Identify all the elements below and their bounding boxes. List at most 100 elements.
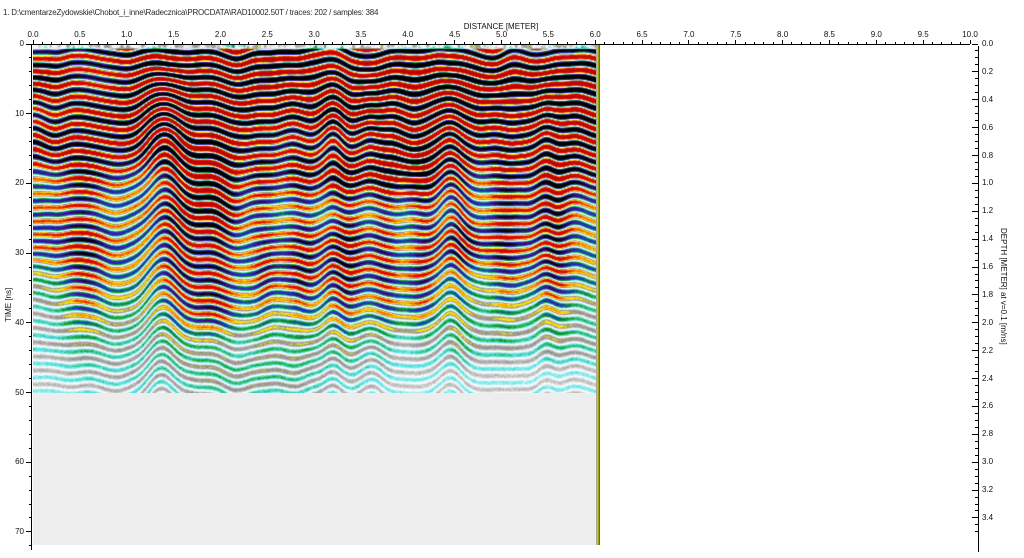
distance-tick-label: 0.0	[27, 30, 39, 39]
depth-minor-tick	[975, 252, 978, 254]
distance-major-tick	[360, 40, 362, 44]
depth-major-tick	[972, 433, 978, 435]
depth-major-tick	[972, 294, 978, 296]
distance-tick-label: 1.5	[167, 30, 180, 39]
depth-minor-tick	[975, 412, 978, 414]
time-major-tick	[26, 531, 31, 533]
depth-minor-tick	[975, 531, 978, 533]
distance-tick-label: 7.5	[730, 30, 742, 39]
distance-tick-label: 10.0	[962, 30, 978, 39]
time-minor-tick	[29, 364, 31, 366]
depth-minor-tick	[975, 357, 978, 359]
distance-minor-tick	[482, 42, 484, 44]
depth-tick-label: 1.4	[982, 234, 994, 244]
depth-minor-tick	[975, 280, 978, 282]
depth-minor-tick	[975, 141, 978, 143]
radargram-view: 1. D:\cmentarzeZydowskie\Chobot_i_inne\R…	[0, 0, 1024, 558]
distance-minor-tick	[707, 42, 709, 44]
distance-minor-tick	[866, 42, 868, 44]
time-tick-label: 10	[15, 108, 24, 118]
time-tick-label: 70	[15, 526, 24, 536]
distance-minor-tick	[135, 42, 137, 44]
depth-major-tick	[972, 489, 978, 491]
depth-tick-label: 0.2	[982, 66, 994, 76]
distance-minor-tick	[725, 42, 727, 44]
distance-tick-label: 5.0	[495, 30, 508, 39]
time-minor-tick	[29, 475, 31, 477]
depth-minor-tick	[975, 134, 978, 136]
time-minor-tick	[29, 71, 31, 73]
depth-minor-tick	[975, 510, 978, 512]
depth-minor-tick	[975, 189, 978, 191]
distance-minor-tick	[697, 42, 699, 44]
depth-axis-title: DEPTH [METER] at v=0.1 [m/ns]	[999, 228, 1008, 345]
time-major-tick	[26, 252, 31, 254]
depth-minor-tick	[975, 315, 978, 317]
distance-major-tick	[454, 40, 456, 44]
depth-minor-tick	[975, 78, 978, 80]
distance-minor-tick	[538, 42, 540, 44]
distance-minor-tick	[913, 42, 915, 44]
distance-minor-tick	[285, 42, 287, 44]
depth-major-tick	[972, 405, 978, 407]
depth-tick-label: 2.2	[982, 345, 994, 355]
time-minor-tick	[29, 378, 31, 380]
time-tick-label: 20	[15, 178, 24, 188]
depth-minor-tick	[975, 50, 978, 52]
depth-major-tick	[972, 322, 978, 324]
depth-minor-tick	[975, 447, 978, 449]
depth-minor-tick	[975, 64, 978, 66]
distance-minor-tick	[351, 42, 353, 44]
distance-minor-tick	[238, 42, 240, 44]
depth-minor-tick	[975, 85, 978, 87]
time-minor-tick	[29, 127, 31, 129]
distance-minor-tick	[753, 42, 755, 44]
depth-major-tick	[972, 266, 978, 268]
depth-minor-tick	[975, 392, 978, 393]
time-tick-label: 60	[15, 457, 24, 467]
time-minor-tick	[29, 503, 31, 505]
depth-minor-tick	[975, 175, 978, 177]
distance-minor-tick	[716, 42, 718, 44]
depth-tick-label: 0.8	[982, 150, 994, 160]
distance-minor-tick	[679, 42, 681, 44]
depth-tick-label: 0.4	[982, 94, 994, 104]
distance-minor-tick	[510, 42, 512, 44]
time-minor-tick	[29, 99, 31, 101]
distance-minor-tick	[847, 42, 849, 44]
distance-minor-tick	[950, 42, 952, 44]
distance-minor-tick	[575, 42, 577, 44]
time-tick-label: 0	[19, 39, 24, 48]
distance-major-tick	[735, 40, 737, 44]
distance-minor-tick	[463, 42, 465, 44]
distance-minor-tick	[397, 42, 399, 44]
depth-tick-label: 1.0	[982, 178, 994, 188]
distance-minor-tick	[941, 42, 943, 44]
distance-major-tick	[969, 40, 971, 44]
distance-minor-tick	[613, 42, 615, 44]
depth-minor-tick	[975, 343, 978, 345]
time-minor-tick	[29, 224, 31, 226]
time-minor-tick	[29, 294, 31, 296]
distance-tick-label: 9.5	[917, 30, 929, 39]
depth-tick-label: 2.4	[982, 373, 994, 383]
distance-minor-tick	[650, 42, 652, 44]
distance-minor-tick	[41, 42, 43, 44]
distance-minor-tick	[472, 42, 474, 44]
time-minor-tick	[29, 266, 31, 268]
distance-minor-tick	[154, 42, 156, 44]
distance-tick-label: 9.0	[870, 30, 882, 39]
depth-tick-label: 0.6	[982, 122, 994, 132]
depth-major-tick	[972, 99, 978, 101]
distance-minor-tick	[529, 42, 531, 44]
distance-major-tick	[828, 40, 830, 44]
time-minor-tick	[29, 168, 31, 170]
depth-tick-label: 3.0	[982, 457, 994, 467]
depth-tick-label: 2.8	[982, 429, 994, 439]
distance-minor-tick	[107, 42, 109, 44]
distance-minor-tick	[426, 42, 428, 44]
depth-minor-tick	[975, 287, 978, 289]
distance-tick-label: 4.0	[402, 30, 414, 39]
time-minor-tick	[29, 405, 31, 407]
depth-minor-tick	[975, 196, 978, 198]
